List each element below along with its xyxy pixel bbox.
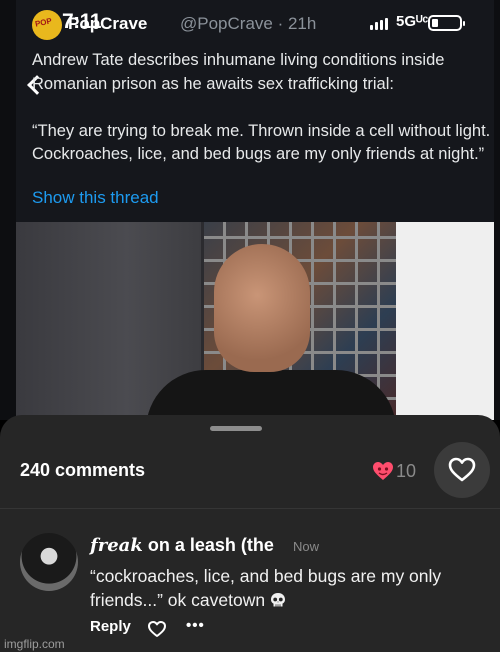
comment-time: Now <box>293 539 320 554</box>
tweet-headline: Andrew Tate describes inhumane living co… <box>32 51 445 93</box>
username-fancy: 𝒇𝒓𝒆𝒂𝒌 <box>90 535 143 556</box>
username-rest: on a leash (the <box>142 535 274 555</box>
network-label: 5G <box>396 13 417 30</box>
tweet-screenshot: POP PopCrave @PopCrave · 21h 7:11 5Gᵁᶜ A… <box>0 0 500 420</box>
more-options-button[interactable]: ••• <box>186 617 205 634</box>
sheet-divider <box>0 508 500 509</box>
sheet-drag-handle[interactable] <box>210 426 262 431</box>
status-bar: 7:11 5Gᵁᶜ <box>0 10 500 40</box>
reply-button[interactable]: Reply <box>90 618 131 635</box>
photo-person-head <box>214 244 310 372</box>
commenter-avatar[interactable] <box>20 533 78 591</box>
imgflip-watermark: imgflip.com <box>4 637 65 651</box>
post-likes-count: 10 <box>396 461 417 481</box>
network-indicator: 5Gᵁᶜ <box>396 13 428 30</box>
photo-person-body <box>146 370 396 420</box>
like-button[interactable] <box>434 442 490 498</box>
commenter-username[interactable]: 𝒇𝒓𝒆𝒂𝒌 on a leash (the <box>90 535 274 556</box>
skull-icon <box>271 593 286 607</box>
tweet-quote: “They are trying to break me. Thrown ins… <box>32 121 491 164</box>
heart-outline-icon <box>448 457 476 482</box>
heart-eyes-icon <box>373 462 393 480</box>
comment-text: “cockroaches, lice, and bed bugs are my … <box>90 566 442 610</box>
comments-count: 240 comments <box>20 460 146 480</box>
tweet-text: Andrew Tate describes inhumane living co… <box>32 49 492 190</box>
comments-sheet: 240 comments 10 𝒇𝒓𝒆𝒂𝒌 on a leash (the No… <box>0 415 500 652</box>
battery-icon <box>428 15 465 31</box>
photo-wall-right <box>396 222 494 420</box>
status-time: 7:11 <box>62 10 101 33</box>
show-thread-link[interactable]: Show this thread <box>32 188 159 208</box>
signal-icon <box>370 18 388 30</box>
comment-body: “cockroaches, lice, and bed bugs are my … <box>90 564 450 612</box>
comment-like-icon[interactable] <box>147 620 167 638</box>
tweet-photo <box>16 222 494 420</box>
network-suffix: ᵁᶜ <box>416 13 429 30</box>
